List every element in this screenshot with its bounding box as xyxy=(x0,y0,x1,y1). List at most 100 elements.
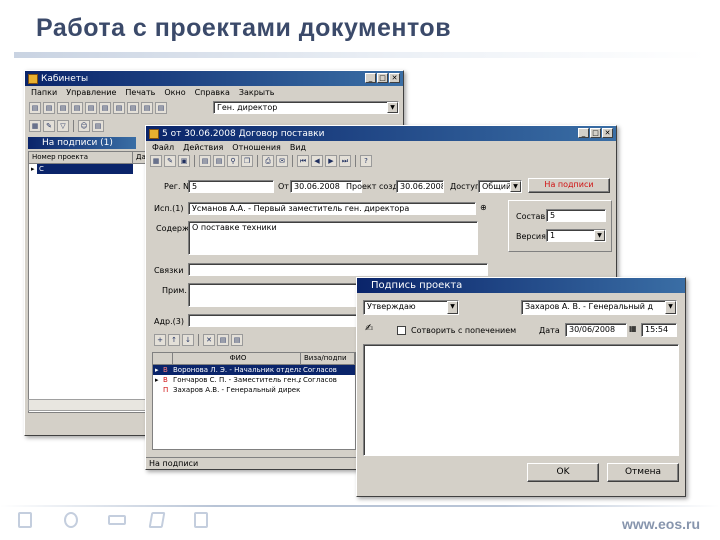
checkbox-label: Сотворить с попечением xyxy=(411,326,517,335)
menu-view[interactable]: Вид xyxy=(290,143,306,152)
table-row[interactable]: ▸ В Воронова Л. Э. - Начальник отдела Со… xyxy=(153,365,355,375)
chevron-down-icon[interactable]: ▼ xyxy=(665,301,676,314)
down-icon[interactable]: ↓ xyxy=(182,334,194,346)
menu-print[interactable]: Печать xyxy=(125,88,155,97)
comment-textarea[interactable] xyxy=(363,344,679,456)
minimize-button[interactable]: _ xyxy=(578,128,589,138)
last-icon[interactable]: ⏭ xyxy=(339,155,351,167)
folder-icon[interactable]: ▤ xyxy=(92,120,104,132)
content-label: Содерж. xyxy=(156,224,192,233)
reg-number-field[interactable]: 5 xyxy=(188,180,274,193)
sign-time-field[interactable]: 15:54 xyxy=(641,323,677,337)
folder-icon[interactable]: ▤ xyxy=(99,102,111,114)
folder-icon[interactable]: ▤ xyxy=(29,102,41,114)
sign-date-field[interactable]: 30/06/2008 xyxy=(565,323,627,337)
grid-icon[interactable]: ▤ xyxy=(199,155,211,167)
chevron-down-icon[interactable]: ▼ xyxy=(594,230,605,241)
print-icon[interactable]: ⎙ xyxy=(262,155,274,167)
menu-help[interactable]: Справка xyxy=(195,88,230,97)
project-created-field[interactable]: 30.06.2008 xyxy=(396,180,444,193)
table-row[interactable]: ▸ В Гончаров С. П. - Заместитель ген.д С… xyxy=(153,375,355,385)
delete-icon[interactable]: ✕ xyxy=(203,334,215,346)
folder-icon[interactable]: ▤ xyxy=(85,102,97,114)
col-project-number[interactable]: Номер проекта xyxy=(29,152,133,163)
folder-icon[interactable]: ▤ xyxy=(71,102,83,114)
sign-dialog-titlebar[interactable]: Подпись проекта xyxy=(357,278,685,293)
app-icon xyxy=(28,73,38,84)
composition-panel xyxy=(508,200,612,252)
sign-project-dialog[interactable]: Подпись проекта Утверждаю ▼ Захаров А. В.… xyxy=(356,277,686,497)
action-select[interactable]: Утверждаю ▼ xyxy=(363,300,459,315)
menu-manage[interactable]: Управление xyxy=(66,88,116,97)
help-icon[interactable]: ? xyxy=(360,155,372,167)
document-toolbar: ▦ ✎ ▣ ▤ ▤ ⚲ ❐ ⎙ ✉ ⏮ ◀ ▶ ⏭ ? xyxy=(146,153,616,169)
folder-icon[interactable]: ▤ xyxy=(113,102,125,114)
on-signing-button[interactable]: На подписи xyxy=(528,178,610,193)
attach-icon[interactable]: ⚲ xyxy=(227,155,239,167)
menu-file[interactable]: Файл xyxy=(152,143,174,152)
grid-icon[interactable]: ▤ xyxy=(217,334,229,346)
close-button[interactable]: ✕ xyxy=(389,73,400,83)
sostav-field[interactable]: 5 xyxy=(546,209,606,222)
close-button[interactable]: ✕ xyxy=(602,128,613,138)
visa-grid[interactable]: ФИО Виза/подпи ▸ В Воронова Л. Э. - Нача… xyxy=(152,352,356,450)
folder-icon[interactable]: ▤ xyxy=(127,102,139,114)
menu-relations[interactable]: Отношения xyxy=(232,143,281,152)
comment-checkbox[interactable] xyxy=(397,326,406,335)
search-icon[interactable]: ⊕ xyxy=(480,203,487,213)
first-icon[interactable]: ⏮ xyxy=(297,155,309,167)
menu-folders[interactable]: Папки xyxy=(31,88,57,97)
folder-icon[interactable]: ▤ xyxy=(141,102,153,114)
col-fio[interactable]: ФИО xyxy=(173,353,301,364)
mail-icon[interactable]: ✉ xyxy=(276,155,288,167)
cabinets-title: Кабинеты xyxy=(41,73,89,84)
cabinets-menubar: Папки Управление Печать Окно Справка Зак… xyxy=(25,86,403,98)
access-select[interactable]: Общий ▼ xyxy=(478,180,522,193)
prev-icon[interactable]: ◀ xyxy=(311,155,323,167)
filter-icon[interactable]: ▽ xyxy=(57,120,69,132)
signature-icon[interactable]: ✍ xyxy=(365,324,373,334)
author-field[interactable]: Усманов А.А. - Первый заместитель ген. д… xyxy=(188,202,476,215)
document-titlebar[interactable]: 5 от 30.06.2008 Договор поставки _ □ ✕ xyxy=(146,126,616,141)
maximize-button[interactable]: □ xyxy=(377,73,388,83)
col-visa[interactable]: Виза/подпи xyxy=(301,353,355,364)
ok-button[interactable]: OK xyxy=(527,463,599,482)
sostav-label: Состав: xyxy=(516,212,548,221)
folder-tab[interactable]: На подписи (1) xyxy=(28,137,136,149)
cabinets-toolbar: ▤ ▤ ▤ ▤ ▤ ▤ ▤ ▤ ▤ ▤ Ген. директор ▼ xyxy=(25,98,403,118)
folder-icon[interactable]: ▤ xyxy=(155,102,167,114)
folder-icon[interactable]: ▤ xyxy=(57,102,69,114)
addressees-label: Адр.(3) xyxy=(154,317,184,326)
up-icon[interactable]: ↑ xyxy=(168,334,180,346)
next-icon[interactable]: ▶ xyxy=(325,155,337,167)
maximize-button[interactable]: □ xyxy=(590,128,601,138)
chevron-down-icon[interactable]: ▼ xyxy=(447,301,458,314)
grid-icon[interactable]: ▤ xyxy=(213,155,225,167)
save-icon[interactable]: ▣ xyxy=(178,155,190,167)
menu-close[interactable]: Закрыть xyxy=(239,88,275,97)
users-icon[interactable]: ☺ xyxy=(78,120,90,132)
role-select[interactable]: Ген. директор ▼ xyxy=(213,101,399,114)
chevron-down-icon[interactable]: ▼ xyxy=(387,102,398,113)
add-icon[interactable]: + xyxy=(154,334,166,346)
cancel-button[interactable]: Отмена xyxy=(607,463,679,482)
chevron-down-icon[interactable]: ▼ xyxy=(510,181,521,192)
signer-select[interactable]: Захаров А. В. - Генеральный д ▼ xyxy=(521,300,677,315)
new-icon[interactable]: ▦ xyxy=(150,155,162,167)
links-field[interactable] xyxy=(188,263,488,276)
folder-icon[interactable]: ▤ xyxy=(43,102,55,114)
edit-icon[interactable]: ✎ xyxy=(164,155,176,167)
copy-icon[interactable]: ❐ xyxy=(241,155,253,167)
edit-icon[interactable]: ✎ xyxy=(43,120,55,132)
horizontal-scrollbar[interactable] xyxy=(28,399,148,411)
menu-window[interactable]: Окно xyxy=(164,88,185,97)
calendar-icon[interactable]: ▦ xyxy=(629,324,637,334)
grid-icon[interactable]: ▤ xyxy=(231,334,243,346)
document-icon[interactable]: ▦ xyxy=(29,120,41,132)
table-row[interactable]: П Захаров А.В. - Генеральный дирек xyxy=(153,385,355,395)
content-field[interactable]: О поставке техники xyxy=(188,221,478,255)
version-select[interactable]: 1 ▼ xyxy=(546,229,606,242)
menu-actions[interactable]: Действия xyxy=(183,143,223,152)
minimize-button[interactable]: _ xyxy=(365,73,376,83)
cabinets-titlebar[interactable]: Кабинеты _ □ ✕ xyxy=(25,71,403,86)
